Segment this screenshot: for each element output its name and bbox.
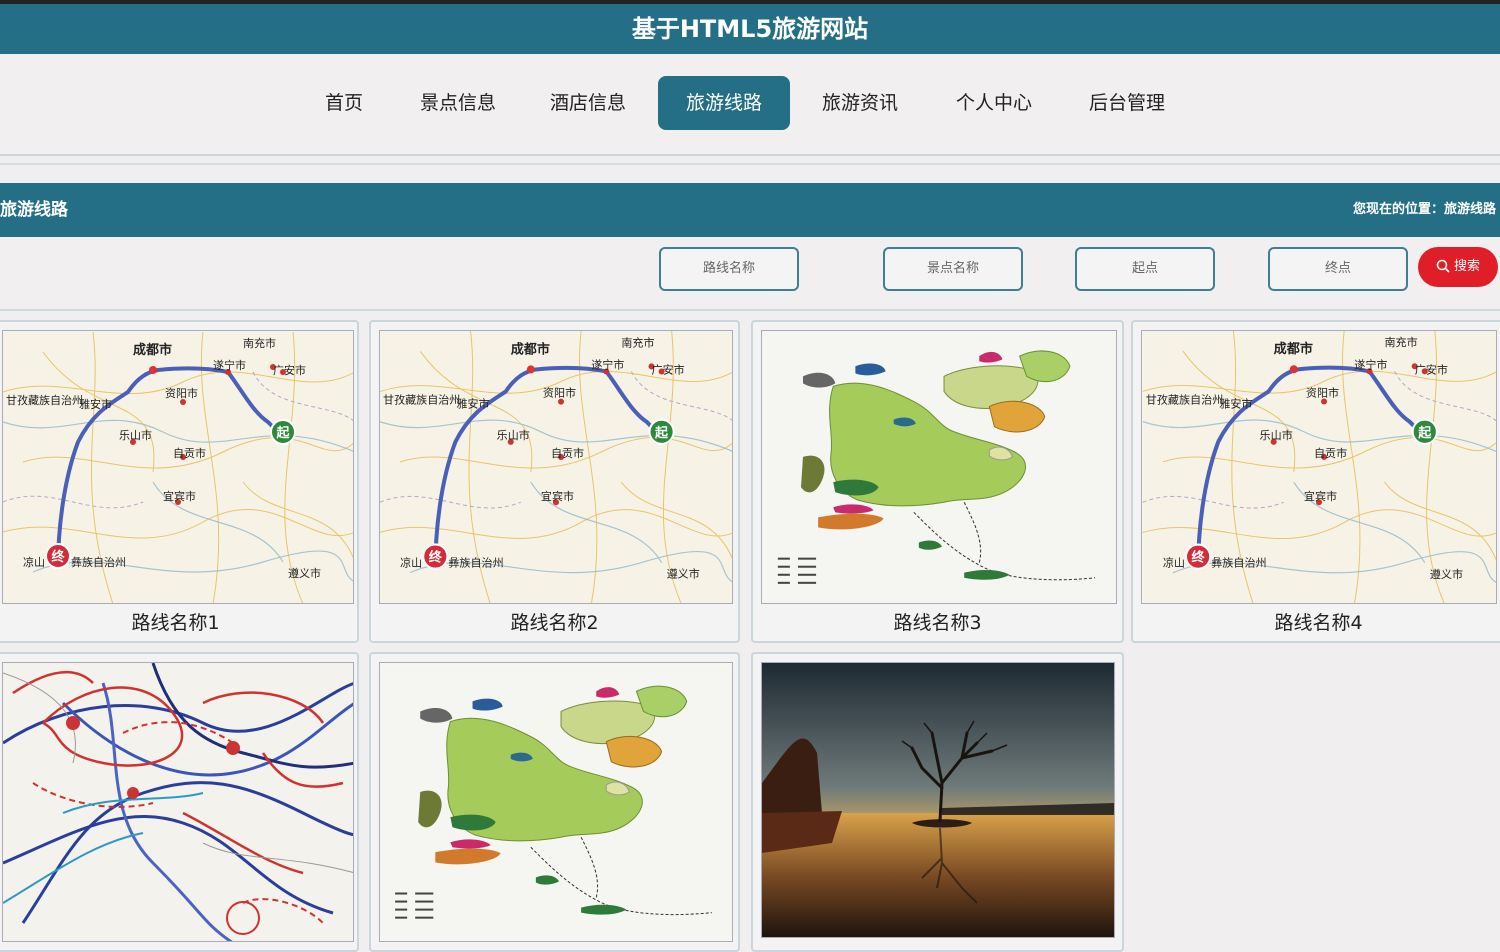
route-card[interactable] bbox=[0, 652, 359, 952]
start-input[interactable]: 起点 bbox=[1075, 247, 1215, 291]
route-name[interactable]: 路线名称4 bbox=[1133, 608, 1500, 635]
route-card[interactable]: 路线名称4 bbox=[1131, 320, 1500, 643]
scenic-area-map-image[interactable] bbox=[761, 330, 1117, 604]
route-card[interactable]: 路线名称3 bbox=[751, 320, 1124, 643]
search-button-label: 搜索 bbox=[1453, 259, 1480, 274]
section-title: 旅游线路 bbox=[0, 200, 68, 220]
search-icon bbox=[1436, 259, 1450, 273]
search-bar: 路线名称 景点名称 起点 终点 搜索 bbox=[0, 237, 1500, 311]
main-nav: 首页 景点信息 酒店信息 旅游线路 旅游资讯 个人中心 后台管理 bbox=[0, 54, 1500, 156]
route-card[interactable] bbox=[751, 652, 1124, 952]
divider bbox=[0, 163, 1500, 165]
route-card[interactable]: 路线名称2 bbox=[369, 320, 740, 643]
spot-name-input[interactable]: 景点名称 bbox=[883, 247, 1023, 291]
nav-user-center[interactable]: 个人中心 bbox=[944, 76, 1044, 130]
end-input[interactable]: 终点 bbox=[1268, 247, 1408, 291]
nav-travel-routes[interactable]: 旅游线路 bbox=[658, 76, 790, 130]
nav-scenic-spots[interactable]: 景点信息 bbox=[408, 76, 508, 130]
route-map-image[interactable] bbox=[1141, 330, 1497, 604]
header-bar: 基于HTML5旅游网站 bbox=[0, 0, 1500, 54]
route-map-image[interactable] bbox=[379, 330, 733, 604]
scenic-area-map-image[interactable] bbox=[379, 662, 733, 942]
historic-route-map-image[interactable] bbox=[2, 662, 354, 942]
search-button[interactable]: 搜索 bbox=[1418, 247, 1498, 287]
section-header: 旅游线路 您现在的位置：旅游线路 bbox=[0, 183, 1500, 237]
sunset-lake-photo[interactable] bbox=[761, 662, 1115, 938]
route-name[interactable]: 路线名称2 bbox=[371, 608, 738, 635]
nav-hotels[interactable]: 酒店信息 bbox=[538, 76, 638, 130]
route-map-image[interactable] bbox=[2, 330, 354, 604]
route-card[interactable]: 路线名称1 bbox=[0, 320, 359, 643]
route-name[interactable]: 路线名称3 bbox=[753, 608, 1122, 635]
breadcrumb: 您现在的位置：旅游线路 bbox=[1352, 202, 1496, 217]
nav-admin[interactable]: 后台管理 bbox=[1077, 76, 1177, 130]
site-title: 基于HTML5旅游网站 bbox=[631, 15, 869, 43]
route-card[interactable] bbox=[369, 652, 740, 952]
nav-travel-news[interactable]: 旅游资讯 bbox=[810, 76, 910, 130]
route-name-input[interactable]: 路线名称 bbox=[659, 247, 799, 291]
nav-home[interactable]: 首页 bbox=[304, 76, 384, 130]
route-name[interactable]: 路线名称1 bbox=[0, 608, 357, 635]
